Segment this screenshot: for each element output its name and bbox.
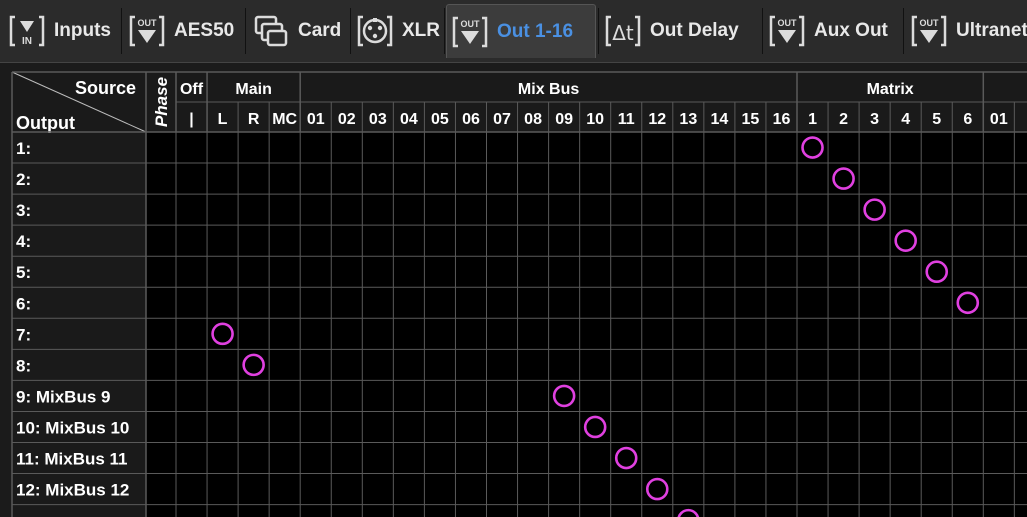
column-header: 11 <box>618 111 635 128</box>
row-label: 11: MixBus 11 <box>16 450 128 469</box>
column-header: 04 <box>400 111 418 128</box>
row-label: 6: <box>16 294 31 313</box>
input-icon: IN <box>8 12 46 50</box>
svg-text:OUT: OUT <box>461 19 481 29</box>
column-header: L <box>218 111 228 128</box>
group-header-off: Off <box>180 81 204 98</box>
column-header: 6 <box>963 111 972 128</box>
tab-separator <box>903 8 904 54</box>
delta-t-icon: Δt <box>604 12 642 50</box>
tab-label: Inputs <box>54 20 111 41</box>
column-header: 14 <box>710 111 728 128</box>
output-icon: OUT <box>128 12 166 50</box>
group-header-main: Main <box>235 81 271 98</box>
tab-label: Out 1-16 <box>497 20 574 42</box>
row-label: 3: <box>16 201 31 220</box>
tab-separator <box>350 8 351 54</box>
tab-separator <box>121 8 122 54</box>
tab-label: Out Delay <box>650 20 739 41</box>
corner-source-label: Source <box>75 78 136 98</box>
tab-label: AES50 <box>174 20 235 41</box>
column-header: 12 <box>648 111 666 128</box>
column-header: 1 <box>808 111 817 128</box>
tab-bar: IN Inputs OUT AES50 Card XLR OUT Out 1-16 Δt Out … <box>0 0 1027 63</box>
tab-auxout[interactable]: OUT Aux Out <box>764 4 900 58</box>
column-header: 06 <box>462 111 480 128</box>
tab-label: XLR <box>402 20 440 41</box>
column-header: R <box>248 111 260 128</box>
tab-card[interactable]: Card <box>248 4 348 58</box>
phase-header: Phase <box>152 77 171 127</box>
column-header: 2 <box>839 111 848 128</box>
column-header: 4 <box>901 111 910 128</box>
tab-separator <box>245 8 246 54</box>
column-header: 09 <box>555 111 573 128</box>
output-icon: OUT <box>768 12 806 50</box>
column-header: 01 <box>990 111 1008 128</box>
row-label: 7: <box>16 325 31 344</box>
row-label: 9: MixBus 9 <box>16 387 110 406</box>
tab-out116[interactable]: OUT Out 1-16 <box>446 4 596 58</box>
tab-ultranet[interactable]: OUT Ultranet <box>906 4 1027 58</box>
row-label: 1: <box>16 139 31 158</box>
row-label: 12: MixBus 12 <box>16 481 129 500</box>
output-icon: OUT <box>910 12 948 50</box>
tab-inputs[interactable]: IN Inputs <box>4 4 118 58</box>
group-header-matrix: Matrix <box>867 81 914 98</box>
tab-outdelay[interactable]: Δt Out Delay <box>600 4 760 58</box>
corner-output-label: Output <box>16 113 75 133</box>
svg-text:OUT: OUT <box>138 18 158 28</box>
card-icon <box>252 12 290 50</box>
row-label: 8: <box>16 356 31 375</box>
tab-separator <box>598 8 599 54</box>
svg-text:OUT: OUT <box>920 18 940 28</box>
column-header: 05 <box>431 111 449 128</box>
column-header: 02 <box>338 111 356 128</box>
tab-aes50[interactable]: OUT AES50 <box>124 4 242 58</box>
column-header: 3 <box>870 111 879 128</box>
svg-text:Δt: Δt <box>612 21 634 45</box>
column-header: 10 <box>586 111 604 128</box>
column-header: 5 <box>932 111 941 128</box>
tab-label: Aux Out <box>814 20 888 41</box>
column-header: 13 <box>679 111 697 128</box>
tab-label: Card <box>298 20 342 41</box>
column-header: 07 <box>493 111 511 128</box>
routing-matrix: Off Main Mix Bus Matrix | L R MC 01 02 03 04 05 06 07 0… <box>11 71 1027 517</box>
tab-separator <box>762 8 763 54</box>
tab-separator <box>444 8 445 54</box>
svg-text:IN: IN <box>22 36 32 47</box>
row-label: 10: MixBus 10 <box>16 418 129 437</box>
column-header: 08 <box>524 111 542 128</box>
matrix-cells-background <box>146 132 1027 517</box>
column-header: 15 <box>742 111 760 128</box>
tab-label: Ultranet <box>956 20 1027 41</box>
output-icon: OUT <box>451 13 489 51</box>
svg-text:OUT: OUT <box>778 18 798 28</box>
xlr-icon <box>356 12 394 50</box>
row-label: 4: <box>16 232 31 251</box>
column-header: 16 <box>773 111 791 128</box>
tab-xlr[interactable]: XLR <box>352 4 442 58</box>
column-header: 01 <box>307 111 325 128</box>
column-header: MC <box>272 111 297 128</box>
column-header: | <box>189 111 193 128</box>
group-header-mix-bus: Mix Bus <box>518 81 579 98</box>
row-label: 2: <box>16 170 31 189</box>
column-header: 03 <box>369 111 387 128</box>
row-label: 5: <box>16 263 31 282</box>
